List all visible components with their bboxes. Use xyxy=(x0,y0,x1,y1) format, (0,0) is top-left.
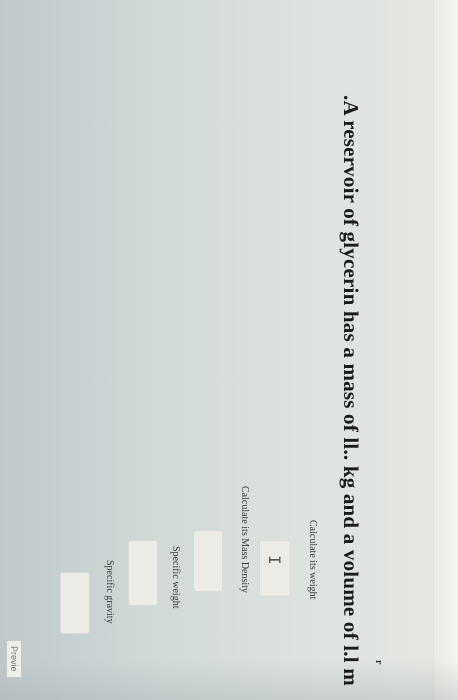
preview-button[interactable]: Previe xyxy=(6,640,22,678)
question-text: .A reservoir of glycerin has a mass of l… xyxy=(339,95,363,686)
specific-weight-input[interactable] xyxy=(128,540,158,606)
weight-label: Calculate its weight xyxy=(307,520,318,600)
specific-weight-label: Specific weight xyxy=(170,546,181,609)
density-label: Calculate its Mass Density xyxy=(239,486,250,593)
weight-input[interactable]: I xyxy=(259,540,291,597)
specific-gravity-label: Specific gravity xyxy=(104,560,115,624)
density-input[interactable] xyxy=(193,530,223,592)
text-cursor-icon: I xyxy=(265,555,284,565)
superscript-mark: r xyxy=(373,660,384,665)
photo-background: .A reservoir of glycerin has a mass of l… xyxy=(0,0,458,700)
specific-gravity-input[interactable] xyxy=(60,572,90,634)
rotated-quiz-page: .A reservoir of glycerin has a mass of l… xyxy=(0,0,458,700)
